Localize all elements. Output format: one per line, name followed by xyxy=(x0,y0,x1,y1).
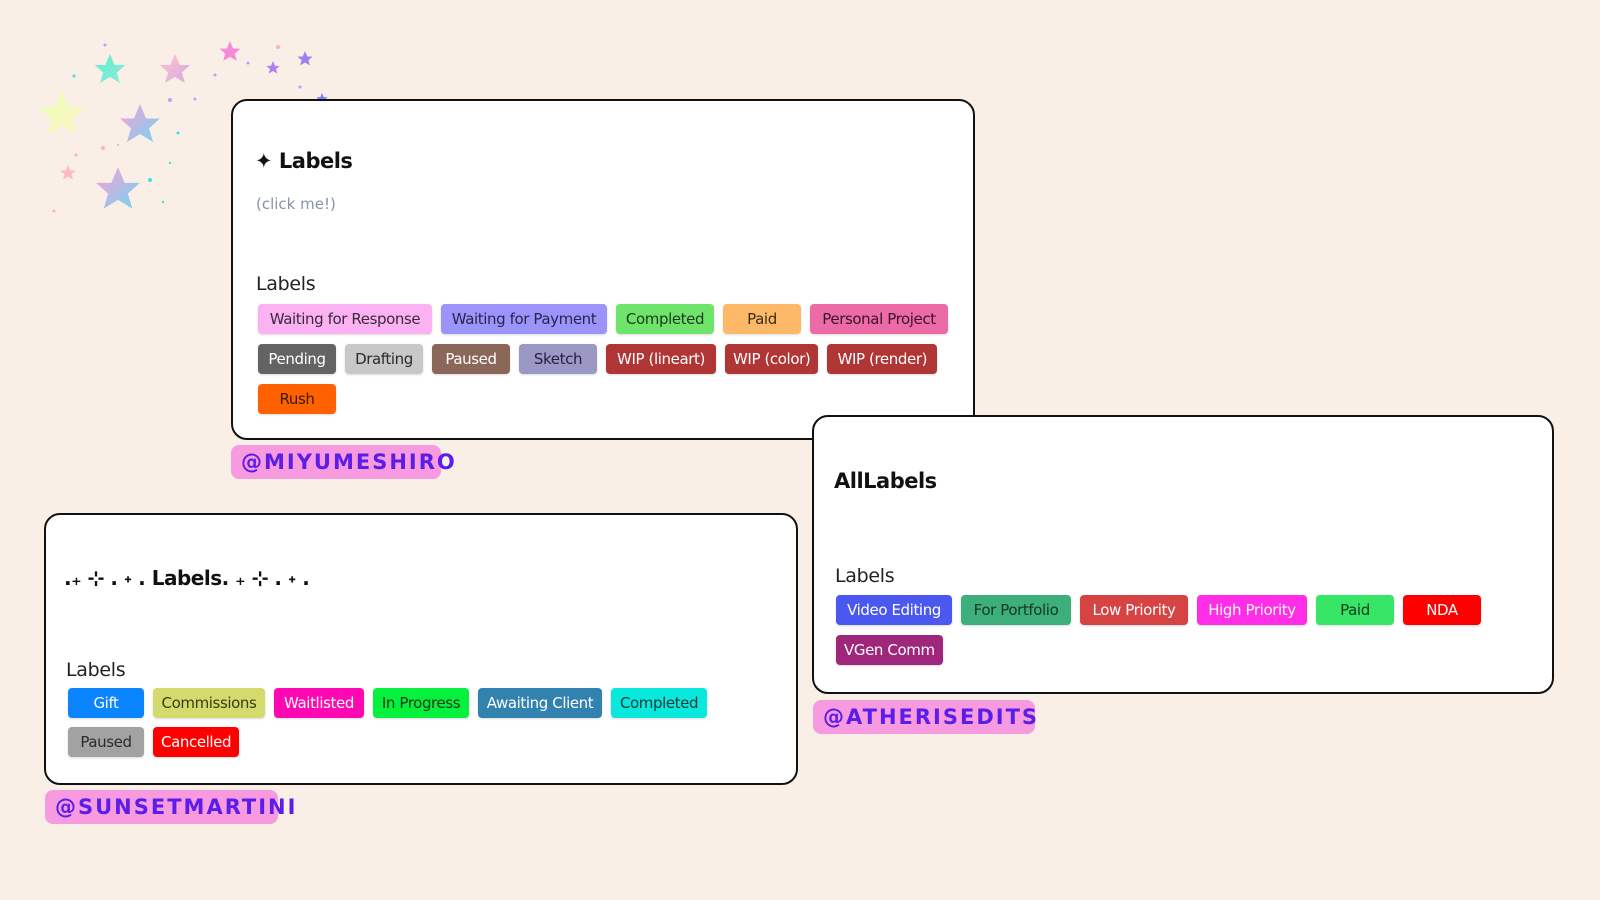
card-title: AllLabels xyxy=(834,469,937,493)
labels-card-sunsetmartini: .₊ ⊹ . ˖ . Labels. ₊ ⊹ . ˖ . Labels Gift… xyxy=(44,513,798,785)
tag-chip[interactable]: WIP (color) xyxy=(725,344,819,374)
card-title: .₊ ⊹ . ˖ . Labels. ₊ ⊹ . ˖ . xyxy=(64,566,310,590)
tag-list: Video Editing For Portfolio Low Priority Hi… xyxy=(836,595,1536,665)
tag-chip[interactable]: In Progress xyxy=(373,688,469,718)
tag-list: Waiting for Response Waiting for Payment C… xyxy=(258,304,958,414)
tag-chip[interactable]: Drafting xyxy=(345,344,423,374)
tag-chip[interactable]: Pending xyxy=(258,344,336,374)
tag-chip[interactable]: Paused xyxy=(432,344,510,374)
creator-handle: @ATHERISEDITS xyxy=(813,700,1037,734)
tag-chip[interactable]: Paid xyxy=(1316,595,1394,625)
labels-card-miyumeshiro: ✦ Labels (click me!) Labels Waiting for … xyxy=(231,99,975,440)
tag-chip[interactable]: Completed xyxy=(616,304,714,334)
tag-chip[interactable]: Commissions xyxy=(153,688,265,718)
tag-chip[interactable]: For Portfolio xyxy=(961,595,1071,625)
tag-chip[interactable]: Video Editing xyxy=(836,595,952,625)
creator-handle: @MIYUMESHIRO xyxy=(231,445,455,479)
tag-chip[interactable]: Awaiting Client xyxy=(478,688,602,718)
tag-chip[interactable]: High Priority xyxy=(1197,595,1307,625)
tag-chip[interactable]: Waiting for Response xyxy=(258,304,432,334)
tag-chip[interactable]: Gift xyxy=(68,688,144,718)
labels-card-atherisedits: AllLabels Labels Video Editing For Portfo… xyxy=(812,415,1554,694)
tag-chip[interactable]: Sketch xyxy=(519,344,597,374)
tag-chip[interactable]: Paid xyxy=(723,304,801,334)
tag-chip[interactable]: Personal Project xyxy=(810,304,948,334)
tag-chip[interactable]: Rush xyxy=(258,384,336,414)
tag-list: Gift Commissions Waitlisted In Progress Awai… xyxy=(68,688,768,757)
tag-chip[interactable]: Completed xyxy=(611,688,707,718)
section-label: Labels xyxy=(256,273,316,295)
tag-chip[interactable]: NDA xyxy=(1403,595,1481,625)
tag-chip[interactable]: Cancelled xyxy=(153,727,240,757)
tag-chip[interactable]: WIP (lineart) xyxy=(606,344,716,374)
card-title: ✦ Labels xyxy=(255,149,353,173)
creator-handle: @SUNSETMARTINI xyxy=(45,790,295,824)
tag-chip[interactable]: Waitlisted xyxy=(274,688,364,718)
section-label: Labels xyxy=(835,565,895,587)
tag-chip[interactable]: Waiting for Payment xyxy=(441,304,607,334)
tag-chip[interactable]: Low Priority xyxy=(1080,595,1188,625)
click-me-hint[interactable]: (click me!) xyxy=(256,195,336,213)
section-label: Labels xyxy=(66,659,126,681)
tag-chip[interactable]: Paused xyxy=(68,727,144,757)
tag-chip[interactable]: VGen Comm xyxy=(836,635,943,665)
tag-chip[interactable]: WIP (render) xyxy=(827,344,938,374)
